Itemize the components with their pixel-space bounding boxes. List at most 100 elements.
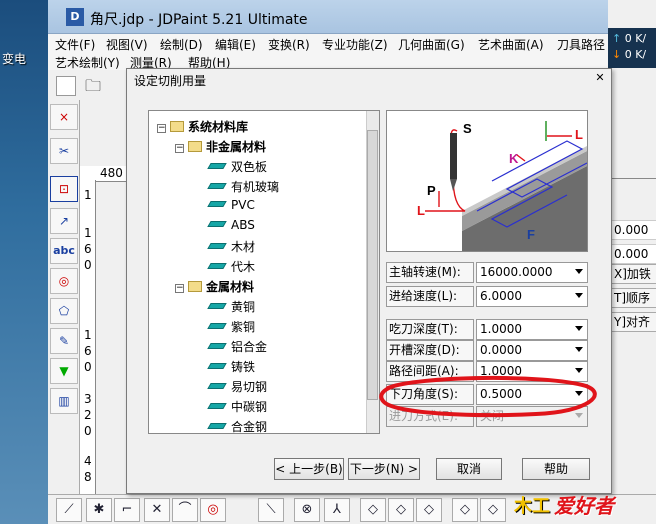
right-value-field[interactable]: 0.000 bbox=[610, 220, 656, 240]
tangent-icon[interactable]: ⟍ bbox=[258, 498, 284, 522]
tree-item[interactable]: 铸铁 bbox=[207, 358, 255, 375]
tree-item[interactable]: 合金钢 bbox=[207, 418, 267, 435]
tree-root[interactable]: − 系统材料库 bbox=[157, 118, 248, 135]
next-step-button[interactable]: 下一步(N) > bbox=[348, 458, 420, 480]
chevron-down-icon[interactable] bbox=[575, 293, 583, 298]
menu-toolpath[interactable]: 刀具路径 bbox=[557, 36, 605, 53]
scissors-icon[interactable]: ✂ bbox=[50, 138, 78, 164]
arc-icon[interactable]: ⌒ bbox=[172, 498, 198, 522]
angle-icon[interactable]: ⅄ bbox=[324, 498, 350, 522]
menu-file[interactable]: 文件(F) bbox=[55, 36, 95, 53]
slot-depth-select[interactable]: 0.0000 bbox=[476, 340, 588, 361]
watermark-prefix: 木工 bbox=[514, 496, 550, 517]
node-edit-icon[interactable]: ↗ bbox=[50, 208, 78, 234]
menu-draw[interactable]: 绘制(D) bbox=[160, 36, 203, 53]
diamond-icon[interactable]: ◇ bbox=[360, 498, 386, 522]
ruler-v-tick: 1 bbox=[84, 328, 92, 342]
material-icon bbox=[207, 183, 227, 189]
menu-art-surface[interactable]: 艺术曲面(A) bbox=[478, 36, 544, 53]
feed-speed-row: 进给速度(L): 6.0000 bbox=[386, 286, 588, 307]
menu-edit[interactable]: 编辑(E) bbox=[215, 36, 256, 53]
window-title: 角尺.jdp - JDPaint 5.21 Ultimate bbox=[90, 12, 308, 28]
feed-speed-label: 进给速度(L): bbox=[386, 286, 474, 307]
menu-bar: 文件(F) 视图(V) 绘制(D) 编辑(E) 变换(R) 专业功能(Z) 几何… bbox=[48, 34, 608, 70]
diamond-icon[interactable]: ◇ bbox=[388, 498, 414, 522]
menu-transform[interactable]: 变换(R) bbox=[268, 36, 310, 53]
folder-icon bbox=[188, 141, 202, 152]
ruler-v-tick: 0 bbox=[84, 258, 92, 272]
scroll-arrow-icon[interactable] bbox=[610, 178, 656, 192]
scrollbar-thumb[interactable] bbox=[367, 130, 378, 400]
snap-icon[interactable]: ✱ bbox=[86, 498, 112, 522]
diamond-icon[interactable]: ◇ bbox=[480, 498, 506, 522]
label-f: F bbox=[527, 227, 535, 242]
material-icon bbox=[207, 423, 227, 429]
tree-item[interactable]: 木材 bbox=[207, 238, 255, 255]
tree-item[interactable]: 易切钢 bbox=[207, 378, 267, 395]
diamond-icon[interactable]: ◇ bbox=[416, 498, 442, 522]
tree-item[interactable]: ABS bbox=[207, 218, 255, 232]
material-icon bbox=[207, 323, 227, 329]
close-icon[interactable]: ✕ bbox=[590, 70, 610, 86]
jdpaint-app-icon[interactable]: D bbox=[66, 8, 84, 26]
feed-speed-select[interactable]: 6.0000 bbox=[476, 286, 588, 307]
right-panel-button[interactable]: T]顺序 bbox=[610, 288, 656, 308]
chevron-down-icon[interactable] bbox=[575, 347, 583, 352]
corner-icon[interactable]: ⌐ bbox=[114, 498, 140, 522]
chevron-down-icon[interactable] bbox=[575, 269, 583, 274]
ellipse-icon[interactable]: ◎ bbox=[50, 268, 78, 294]
desktop-icon-label[interactable]: 变电 bbox=[2, 50, 26, 67]
new-file-icon[interactable] bbox=[56, 76, 76, 96]
menu-professional[interactable]: 专业功能(Z) bbox=[322, 36, 388, 53]
text-abc-icon[interactable]: abc bbox=[50, 238, 78, 264]
cancel-button[interactable]: 取消 bbox=[436, 458, 502, 480]
cut-depth-select[interactable]: 1.0000 bbox=[476, 319, 588, 340]
right-panel: 0.000 0.000 X]加铁 T]顺序 Y]对齐 bbox=[606, 70, 656, 494]
ruler-v-tick: 1 bbox=[84, 188, 92, 202]
ruler-v-tick: 6 bbox=[84, 344, 92, 358]
tree-item[interactable]: 紫铜 bbox=[207, 318, 255, 335]
tree-item[interactable]: 双色板 bbox=[207, 158, 267, 175]
knife-icon[interactable]: ✎ bbox=[50, 328, 78, 354]
folder-icon bbox=[170, 121, 184, 132]
menu-geometry-surface[interactable]: 几何曲面(G) bbox=[398, 36, 465, 53]
menu-art-draw[interactable]: 艺术绘制(Y) bbox=[55, 54, 120, 71]
tree-item[interactable]: 有机玻璃 bbox=[207, 178, 279, 195]
arrow-down-icon[interactable]: ▼ bbox=[50, 358, 78, 384]
spindle-speed-label: 主轴转速(M): bbox=[386, 262, 474, 283]
chevron-down-icon[interactable] bbox=[575, 326, 583, 331]
material-tree: − 系统材料库 − 非金属材料 双色板 有机玻璃 PVC ABS 木材 代木 − 金属… bbox=[148, 110, 380, 434]
help-button[interactable]: 帮助 bbox=[522, 458, 590, 480]
open-folder-icon[interactable]: 🗀 bbox=[82, 76, 104, 96]
prev-step-button[interactable]: < 上一步(B) bbox=[274, 458, 344, 480]
toolpath-diagram: S P L L K F bbox=[417, 121, 587, 251]
ruler-v-tick: 8 bbox=[84, 470, 92, 484]
tree-group-nonmetal[interactable]: − 非金属材料 bbox=[175, 138, 266, 155]
right-panel-button[interactable]: X]加铁 bbox=[610, 264, 656, 284]
material-icon bbox=[207, 263, 227, 269]
tree-item[interactable]: PVC bbox=[207, 198, 255, 212]
ruler-v-tick: 0 bbox=[84, 424, 92, 438]
measure-icon[interactable]: ▥ bbox=[50, 388, 78, 414]
center-snap-icon[interactable]: ⊗ bbox=[294, 498, 320, 522]
tree-item[interactable]: 中碳钢 bbox=[207, 398, 267, 415]
tree-item[interactable]: 铝合金 bbox=[207, 338, 267, 355]
right-value-field[interactable]: 0.000 bbox=[610, 244, 656, 264]
polygon-icon[interactable]: ⬠ bbox=[50, 298, 78, 324]
select-box-icon[interactable]: ⊡ bbox=[50, 176, 78, 202]
tree-item[interactable]: 黄铜 bbox=[207, 298, 255, 315]
cross-icon[interactable]: ✕ bbox=[144, 498, 170, 522]
spindle-speed-select[interactable]: 16000.0000 bbox=[476, 262, 588, 283]
ruler-h-value: 480 bbox=[100, 166, 123, 180]
right-panel-button[interactable]: Y]对齐 bbox=[610, 312, 656, 332]
spindle-speed-row: 主轴转速(M): 16000.0000 bbox=[386, 262, 588, 283]
menu-view[interactable]: 视图(V) bbox=[106, 36, 148, 53]
line-tool-icon[interactable]: ⟋ bbox=[56, 498, 82, 522]
delete-point-icon[interactable]: × bbox=[50, 104, 78, 130]
diamond-icon[interactable]: ◇ bbox=[452, 498, 478, 522]
circle-snap-icon[interactable]: ◎ bbox=[200, 498, 226, 522]
ruler-v-tick: 2 bbox=[84, 408, 92, 422]
chevron-down-icon[interactable] bbox=[575, 368, 583, 373]
tree-group-metal[interactable]: − 金属材料 bbox=[175, 278, 254, 295]
tree-item[interactable]: 代木 bbox=[207, 258, 255, 275]
